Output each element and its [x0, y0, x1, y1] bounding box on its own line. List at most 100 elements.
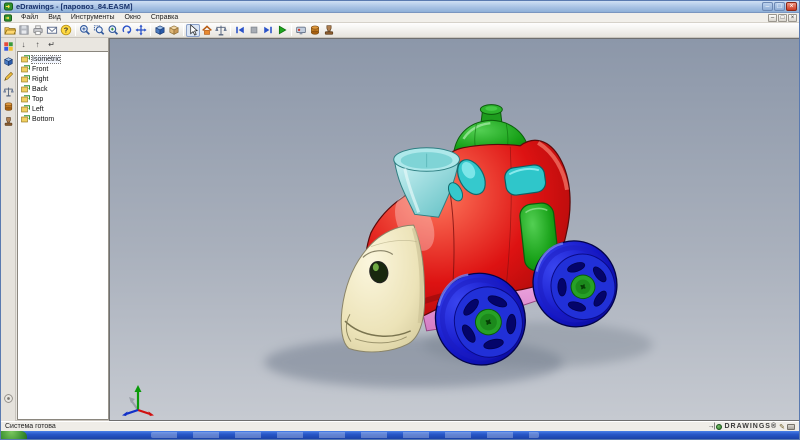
measure-button[interactable]: [214, 24, 228, 37]
tab-stamp-button[interactable]: [2, 115, 15, 128]
send-button[interactable]: [45, 24, 59, 37]
minimize-button[interactable]: –: [762, 2, 773, 11]
previous-view-button[interactable]: ↑: [32, 39, 43, 50]
pointer-3d-button[interactable]: [294, 24, 308, 37]
zoom-area-button[interactable]: [92, 24, 106, 37]
menu-view[interactable]: Вид: [43, 14, 66, 21]
rotate-view-button[interactable]: [120, 24, 134, 37]
zoom-in-button[interactable]: [78, 24, 92, 37]
pan-button[interactable]: [134, 24, 148, 37]
view-item-left[interactable]: Left: [19, 104, 107, 114]
stamp-tab-icon: [3, 116, 14, 127]
select-tool-button[interactable]: [186, 23, 200, 37]
side-tab-strip: [1, 38, 16, 421]
send-email-icon: [46, 24, 58, 36]
tab-views-button[interactable]: [2, 40, 15, 53]
first-frame-button[interactable]: [233, 24, 247, 37]
views-panel-toolbar: ↓ ↑ ↵: [16, 38, 108, 51]
help-button[interactable]: [59, 24, 73, 37]
menu-window[interactable]: Окно: [120, 14, 146, 21]
edrawings-app-icon: [4, 2, 13, 11]
tab-measure-button[interactable]: [2, 85, 15, 98]
view-item-bottom[interactable]: Bottom: [19, 114, 107, 124]
first-frame-icon: [234, 24, 246, 36]
home-view-button[interactable]: [200, 24, 214, 37]
view-icon: [21, 55, 30, 63]
title-bar[interactable]: eDrawings - [паровоз_84.EASM] – □ ×: [1, 1, 799, 13]
print-icon: [32, 24, 44, 36]
view-item-top[interactable]: Top: [19, 94, 107, 104]
next-view-button[interactable]: ↓: [18, 39, 29, 50]
toolbar-separator: [150, 24, 151, 36]
brand-arrow-icon: →|: [707, 423, 716, 430]
open-button[interactable]: [3, 24, 17, 37]
mass-properties-icon: [309, 24, 321, 36]
restore-button[interactable]: □: [774, 2, 785, 11]
mdi-window-controls: – □ ×: [767, 13, 797, 22]
view-icon: [21, 75, 30, 83]
menu-tools[interactable]: Инструменты: [66, 14, 120, 21]
mdi-restore-button[interactable]: □: [778, 13, 787, 22]
zoom-area-icon: [93, 24, 105, 36]
stamp-button[interactable]: [322, 24, 336, 37]
select-arrow-icon: [187, 24, 199, 36]
menu-file[interactable]: Файл: [16, 14, 43, 21]
main-toolbar: [1, 23, 799, 38]
view-icon: [21, 85, 30, 93]
mdi-close-button[interactable]: ×: [788, 13, 797, 22]
view-icon: [21, 115, 30, 123]
play-icon: [276, 24, 288, 36]
windows-taskbar[interactable]: [1, 431, 799, 439]
mdi-minimize-button[interactable]: –: [768, 13, 777, 22]
mass-tab-icon: [3, 101, 14, 112]
views-tree[interactable]: Isometric Front Right Back Top Left Bott…: [17, 51, 108, 420]
brand-e-icon: [716, 423, 723, 430]
view-item-front[interactable]: Front: [19, 64, 107, 74]
model-viewport[interactable]: [109, 38, 799, 421]
zoom-fit-button[interactable]: [106, 24, 120, 37]
tab-mass-button[interactable]: [2, 100, 15, 113]
tab-markup-button[interactable]: [2, 70, 15, 83]
menu-bar: Файл Вид Инструменты Окно Справка – □ ×: [1, 13, 799, 23]
menu-help[interactable]: Справка: [146, 14, 183, 21]
edrawings-window: eDrawings - [паровоз_84.EASM] – □ × Файл…: [0, 0, 800, 440]
stop-button[interactable]: [247, 24, 261, 37]
wireframe-view-button[interactable]: [167, 24, 181, 37]
start-button[interactable]: [1, 431, 27, 439]
tab-options-button[interactable]: [2, 392, 15, 405]
toy-train-model[interactable]: [110, 39, 799, 420]
orientation-triad: [122, 385, 154, 416]
stamp-icon: [323, 24, 335, 36]
shaded-view-button[interactable]: [153, 24, 167, 37]
print-button[interactable]: [31, 24, 45, 37]
measure-scale-icon: [215, 24, 227, 36]
view-item-right[interactable]: Right: [19, 74, 107, 84]
mass-properties-button[interactable]: [308, 24, 322, 37]
zoom-fit-icon: [107, 24, 119, 36]
components-cube-icon: [3, 56, 14, 67]
view-item-isometric[interactable]: Isometric: [19, 54, 107, 64]
view-item-back[interactable]: Back: [19, 84, 107, 94]
pan-icon: [135, 24, 147, 36]
wireframe-cube-icon: [168, 24, 180, 36]
help-icon: [60, 24, 72, 36]
tab-components-button[interactable]: [2, 55, 15, 68]
pointer-3d-icon: [295, 24, 307, 36]
return-view-button[interactable]: ↵: [46, 39, 57, 50]
last-frame-button[interactable]: [261, 24, 275, 37]
markup-pencil-icon: [3, 71, 14, 82]
options-icon: [3, 393, 14, 404]
main-area: ↓ ↑ ↵ Isometric Front Right Back Top Lef…: [1, 38, 799, 421]
views-palette-icon: [3, 41, 14, 52]
brand-camera-icon: [787, 423, 795, 430]
last-frame-icon: [262, 24, 274, 36]
toolbar-separator: [230, 24, 231, 36]
play-button[interactable]: [275, 24, 289, 37]
taskbar-items[interactable]: [151, 432, 539, 438]
status-bar: Система готова →| DRAWINGS® ✎: [1, 421, 799, 431]
status-message: Система готова: [5, 423, 56, 430]
close-button[interactable]: ×: [786, 2, 797, 11]
views-panel: ↓ ↑ ↵ Isometric Front Right Back Top Lef…: [16, 38, 109, 421]
stop-icon: [248, 24, 260, 36]
save-button[interactable]: [17, 24, 31, 37]
